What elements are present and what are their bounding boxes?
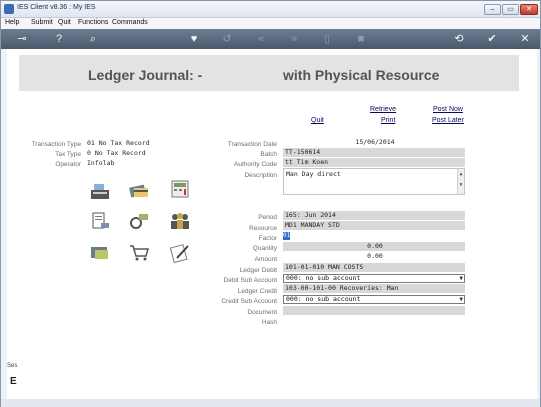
edit-form-icon[interactable] [169,243,191,263]
authority-code-label: Authority Code [234,161,277,168]
factor-row [283,231,465,240]
factor-field[interactable]: 01 [283,232,290,240]
side-tab[interactable]: Ses [7,363,17,369]
menu-help[interactable]: Help [5,19,19,26]
period-label: Period [258,214,277,221]
window-title: IES Client v8.36 : My IES [17,4,96,11]
quit-link[interactable]: Quit [311,117,324,124]
tax-type-label: Tax Type [55,151,81,158]
tax-type-value: 0 No Tax Record [87,149,146,157]
debit-sub-account-label: Debit Sub Account [223,277,277,284]
description-scrollbar[interactable]: ▲ ▼ [457,169,464,194]
ledger-debit-field[interactable]: 101-01-010 MAN COSTS [283,263,465,272]
filter-icon[interactable]: ▯ [319,32,335,46]
ledger-credit-label: Ledger Credit [237,288,277,295]
quantity-label: Quantity [252,245,277,252]
authority-code-field[interactable]: tt Tim Koen [283,158,465,167]
resource-label: Resource [249,225,277,232]
next-record-icon[interactable]: » [286,32,302,46]
post-later-link[interactable]: Post Later [432,117,464,124]
chevron-down-icon[interactable]: ▼ [459,275,463,282]
undo-icon[interactable]: ↺ [219,32,235,46]
operator-label: Operator [55,161,81,168]
close-button[interactable]: ✕ [520,4,538,15]
resource-field[interactable]: MD1 MANDAY STD [283,221,465,230]
description-text: Man Day direct [286,170,341,178]
transaction-type-label: Transaction Type [31,141,82,148]
amount-field[interactable]: 0.00 [283,252,465,261]
menu-quit[interactable]: Quit [58,19,71,26]
ledger-credit-field[interactable]: 103-00-101-00 Recoveries: Man [283,284,465,293]
hash-label: Hash [261,319,277,326]
batch-field[interactable]: TT-150614 [283,148,465,157]
help-icon[interactable]: ? [51,32,67,46]
menu-commands[interactable]: Commands [112,19,148,26]
amount-label: Amount [254,256,277,263]
debit-sub-account-value: 000: no sub account [286,274,361,282]
check-icon[interactable]: ✔ [484,32,500,46]
print-link[interactable]: Print [381,117,395,124]
card-payment-icon[interactable] [89,243,111,263]
period-field[interactable]: 165: Jun 2014 [283,211,465,220]
transaction-date-label: Transaction Date [227,141,277,148]
chevron-down-icon[interactable]: ▼ [459,296,463,303]
document-label: Document [247,309,277,316]
status-bar [1,399,540,407]
payment-icon[interactable] [128,211,150,231]
batch-label: Batch [260,151,277,158]
retrieve-link[interactable]: Retrieve [370,106,396,113]
operator-value: Infolab [87,159,115,167]
minimize-button[interactable]: – [484,4,501,15]
back-icon[interactable]: ⟲ [451,32,467,46]
description-field[interactable]: Man Day direct ▲ ▼ [283,168,465,195]
first-record-icon[interactable]: « [253,32,269,46]
document-icon[interactable] [89,211,111,231]
shopping-cart-icon[interactable] [128,243,150,263]
maximize-button[interactable]: ▭ [502,4,519,15]
factor-label: Factor [258,235,277,242]
menu-bar: Help Submit Quit Functions Commands [1,18,540,29]
document-field[interactable] [283,306,465,315]
key-icon[interactable]: ⊸ [11,32,33,46]
transaction-type-value: 01 No Tax Record [87,139,150,147]
quantity-field[interactable]: 0.00 [283,242,465,251]
debit-sub-account-select[interactable]: 000: no sub account ▼ [283,274,465,283]
people-icon[interactable] [169,211,191,231]
app-window: IES Client v8.36 : My IES – ▭ ✕ Help Sub… [0,0,541,407]
heart-icon[interactable]: ♥ [186,32,202,46]
app-icon [4,4,14,14]
credit-card-icon[interactable] [128,181,150,201]
transaction-date-field[interactable]: 15/06/2014 [283,138,465,147]
side-letter: E [10,376,17,387]
title-bar: IES Client v8.36 : My IES – ▭ ✕ [1,1,540,18]
credit-sub-account-label: Credit Sub Account [221,298,277,305]
menu-functions[interactable]: Functions [78,19,108,26]
ledger-debit-label: Ledger Debit [239,267,277,274]
search-icon[interactable]: ⌕ [85,32,101,46]
stop-icon[interactable]: ■ [353,32,369,46]
credit-sub-account-value: 000: no sub account [286,295,361,303]
credit-sub-account-select[interactable]: 000: no sub account ▼ [283,295,465,304]
toolbar: ⊸ ? ⌕ ♥ ↺ « » ▯ ■ ⟲ ✔ ✕ [1,29,540,49]
description-label: Description [244,172,277,179]
menu-submit[interactable]: Submit [31,19,53,26]
cash-register-icon[interactable] [89,181,111,201]
page-title-right: with Physical Resource [283,67,440,83]
cancel-icon[interactable]: ✕ [517,32,533,46]
post-now-link[interactable]: Post Now [433,106,463,113]
page-title-left: Ledger Journal: - [88,67,203,83]
hash-field[interactable] [283,316,465,325]
calculator-icon[interactable] [169,179,191,199]
